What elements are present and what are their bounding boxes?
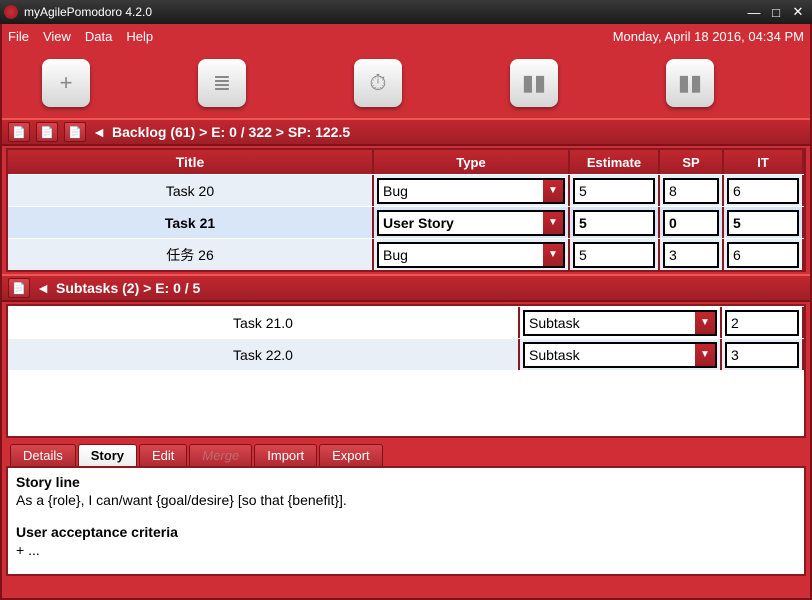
window-title: myAgilePomodoro 4.2.0 [24, 5, 152, 19]
back-arrow-icon[interactable]: ◄ [92, 124, 106, 140]
type-dropdown[interactable]: Subtask▼ [523, 342, 717, 368]
minimize-button[interactable]: — [744, 4, 764, 20]
type-dropdown[interactable]: User Story▼ [377, 210, 565, 236]
value-field[interactable]: 3 [725, 342, 799, 368]
cell-title: Task 21 [8, 207, 374, 238]
sp-field[interactable]: 3 [663, 242, 719, 268]
type-dropdown[interactable]: Bug▼ [377, 178, 565, 204]
menu-view[interactable]: View [43, 29, 71, 44]
list-icon: ≣ [213, 70, 231, 96]
doc-icon-button-3[interactable]: 📄 [64, 122, 86, 142]
cell-title: Task 22.0 [8, 339, 520, 370]
sp-field[interactable]: 8 [663, 178, 719, 204]
clock-label: Monday, April 18 2016, 04:34 PM [613, 29, 804, 44]
col-type[interactable]: Type [374, 150, 570, 174]
add-button[interactable]: + [42, 59, 90, 107]
value-field[interactable]: 2 [725, 310, 799, 336]
type-dropdown[interactable]: Subtask▼ [523, 310, 717, 336]
estimate-field[interactable]: 5 [573, 210, 655, 236]
chevron-down-icon: ▼ [543, 180, 563, 202]
doc-icon-button-1[interactable]: 📄 [8, 122, 30, 142]
close-button[interactable]: ✕ [788, 4, 808, 20]
cell-title: Task 20 [8, 175, 374, 206]
bars-icon: ▮▮ [522, 70, 546, 96]
estimate-field[interactable]: 5 [573, 242, 655, 268]
menu-data[interactable]: Data [85, 29, 112, 44]
stats2-button[interactable]: ▮▮ [666, 59, 714, 107]
sp-field[interactable]: 0 [663, 210, 719, 236]
tab-details[interactable]: Details [10, 444, 76, 466]
story-line-1: As a {role}, I can/want {goal/desire} [s… [16, 492, 796, 508]
tab-merge: Merge [189, 444, 252, 466]
story-panel[interactable]: Story line As a {role}, I can/want {goal… [6, 466, 806, 576]
table-row[interactable]: Task 22.0 Subtask▼ 3 [8, 338, 804, 370]
menu-help[interactable]: Help [126, 29, 153, 44]
estimate-field[interactable]: 5 [573, 178, 655, 204]
app-icon [4, 5, 18, 19]
col-estimate[interactable]: Estimate [570, 150, 660, 174]
backlog-table: Title Type Estimate SP IT Task 20 Bug▼ 5… [6, 148, 806, 272]
col-it[interactable]: IT [724, 150, 804, 174]
backlog-header-row: Title Type Estimate SP IT [8, 150, 804, 174]
it-field[interactable]: 6 [727, 178, 799, 204]
cell-title: Task 21.0 [8, 307, 520, 338]
story-line-2: + ... [16, 542, 796, 558]
subtasks-table: Task 21.0 Subtask▼ 2 Task 22.0 Subtask▼ … [6, 304, 806, 438]
chevron-down-icon: ▼ [695, 312, 715, 334]
subtasks-breadcrumb: Subtasks (2) > E: 0 / 5 [56, 280, 200, 296]
list-button[interactable]: ≣ [198, 59, 246, 107]
chevron-down-icon: ▼ [543, 244, 563, 266]
table-row[interactable]: 任务 26 Bug▼ 5 3 6 [8, 238, 804, 270]
maximize-button[interactable]: □ [766, 4, 786, 20]
type-dropdown[interactable]: Bug▼ [377, 242, 565, 268]
detail-tabs: Details Story Edit Merge Import Export S… [6, 444, 806, 576]
subtasks-header: 📄 ◄ Subtasks (2) > E: 0 / 5 [2, 274, 810, 302]
title-bar: myAgilePomodoro 4.2.0 — □ ✕ [0, 0, 812, 24]
tab-edit[interactable]: Edit [139, 444, 187, 466]
it-field[interactable]: 6 [727, 242, 799, 268]
table-row[interactable]: Task 21 User Story▼ 5 0 5 [8, 206, 804, 238]
table-row[interactable]: Task 21.0 Subtask▼ 2 [8, 306, 804, 338]
bars-icon: ▮▮ [678, 70, 702, 96]
tab-story[interactable]: Story [78, 444, 137, 466]
chevron-down-icon: ▼ [543, 212, 563, 234]
timer-button[interactable]: ⏱ [354, 59, 402, 107]
tab-export[interactable]: Export [319, 444, 383, 466]
timer-icon: ⏱ [369, 70, 386, 96]
it-field[interactable]: 5 [727, 210, 799, 236]
doc-icon-button[interactable]: 📄 [8, 278, 30, 298]
col-sp[interactable]: SP [660, 150, 724, 174]
col-title[interactable]: Title [8, 150, 374, 174]
chevron-down-icon: ▼ [695, 344, 715, 366]
story-heading-1: Story line [16, 474, 796, 490]
backlog-breadcrumb: Backlog (61) > E: 0 / 322 > SP: 122.5 [112, 124, 350, 140]
back-arrow-icon[interactable]: ◄ [36, 280, 50, 296]
tab-import[interactable]: Import [254, 444, 317, 466]
cell-title: 任务 26 [8, 239, 374, 270]
story-heading-2: User acceptance criteria [16, 524, 796, 540]
plus-icon: + [60, 70, 73, 96]
main-toolbar: + ≣ ⏱ ▮▮ ▮▮ [2, 48, 810, 118]
backlog-header: 📄 📄 📄 ◄ Backlog (61) > E: 0 / 322 > SP: … [2, 118, 810, 146]
table-row[interactable]: Task 20 Bug▼ 5 8 6 [8, 174, 804, 206]
menu-file[interactable]: File [8, 29, 29, 44]
doc-icon-button-2[interactable]: 📄 [36, 122, 58, 142]
menu-bar: File View Data Help Monday, April 18 201… [2, 24, 810, 48]
stats1-button[interactable]: ▮▮ [510, 59, 558, 107]
